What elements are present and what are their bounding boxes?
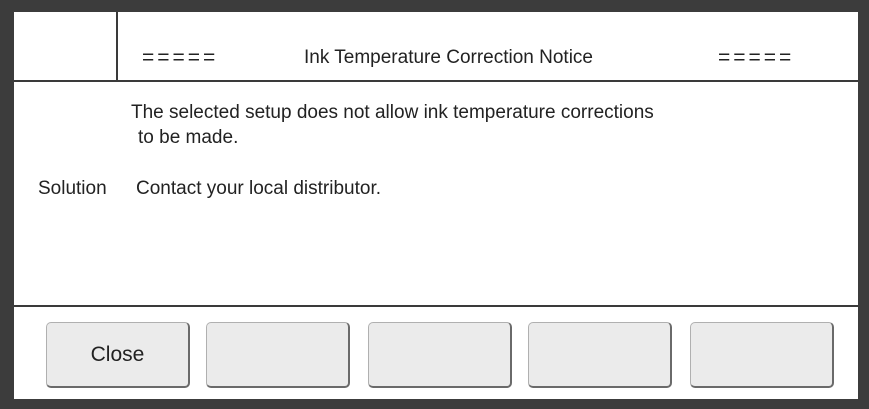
title-left-decoration: ===== [142,46,219,69]
function-button-4[interactable] [528,322,672,388]
function-button-3[interactable] [368,322,512,388]
message-line-2: to be made. [138,127,239,148]
message-line-1: The selected setup does not allow ink te… [131,102,654,123]
function-button-2[interactable] [206,322,350,388]
button-bar-divider [14,305,858,307]
function-button-5[interactable] [690,322,834,388]
dialog-title: Ink Temperature Correction Notice [304,47,593,68]
title-bar: ===== Ink Temperature Correction Notice … [14,12,858,82]
title-icon-cell [14,12,118,80]
solution-label: Solution [38,178,107,199]
title-right-decoration: ===== [718,46,795,69]
notice-message: The selected setup does not allow ink te… [131,100,831,150]
notice-dialog: ===== Ink Temperature Correction Notice … [14,12,858,399]
solution-text: Contact your local distributor. [136,178,382,199]
close-button[interactable]: Close [46,322,190,388]
